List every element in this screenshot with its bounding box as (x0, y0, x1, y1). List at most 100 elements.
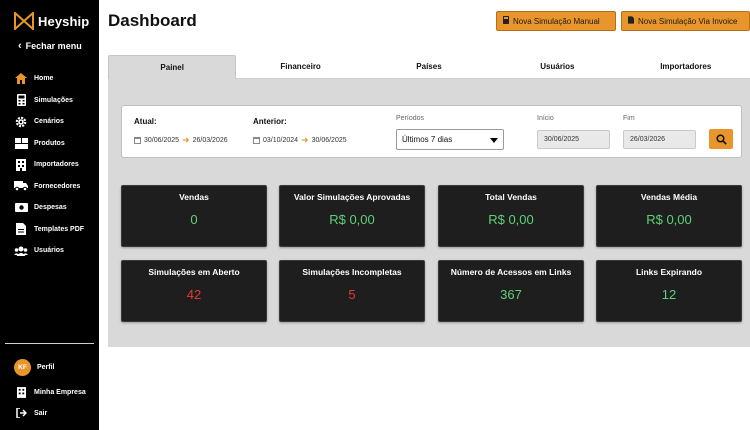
card-title: Vendas Média (640, 192, 698, 202)
card-simulacoes-incompletas: Simulações Incompletas 5 (279, 260, 425, 322)
card-value: 5 (348, 287, 356, 302)
app-root: Heyship ‹ Fechar menu Home Simulações Ce… (0, 0, 750, 430)
fim-label: Fim (623, 115, 635, 122)
fim-value: 26/03/2026 (630, 136, 666, 143)
sidebar-item-usuarios[interactable]: Usuários (14, 240, 84, 262)
collapse-menu-button[interactable]: ‹ Fechar menu (18, 40, 82, 52)
anterior-to: 30/06/2025 (311, 137, 347, 144)
card-value: 42 (186, 287, 202, 302)
atual-range: 30/06/2025 ➜ 26/03/2026 (134, 135, 228, 146)
card-value: 12 (661, 287, 677, 302)
sidebar-item-minha-empresa[interactable]: Minha Empresa (14, 385, 86, 399)
card-title: Total Vendas (485, 192, 537, 202)
sidebar-item-produtos[interactable]: Produtos (14, 133, 84, 155)
card-vendas-media: Vendas Média R$ 0,00 (596, 185, 742, 247)
sidebar-item-despesas[interactable]: Despesas (14, 197, 84, 219)
home-icon (14, 73, 28, 85)
tab-usuarios[interactable]: Usuários (493, 55, 622, 79)
anterior-from: 03/10/2024 (263, 137, 299, 144)
sidebar-item-cenarios[interactable]: Cenários (14, 111, 84, 133)
card-title: Simulações em Aberto (148, 267, 240, 277)
sidebar-item-label: Simulações (34, 96, 73, 104)
new-manual-simulation-button[interactable]: Nova Simulação Manual (496, 11, 616, 31)
card-title: Número de Acessos em Links (450, 267, 572, 277)
periodos-value: Últimos 7 dias (402, 135, 453, 144)
logo-text: Heyship (38, 13, 90, 29)
new-manual-simulation-label: Nova Simulação Manual (513, 16, 600, 26)
calculator-icon (14, 94, 28, 107)
card-vendas: Vendas 0 (121, 185, 267, 247)
sidebar-item-label: Despesas (34, 204, 67, 212)
new-invoice-simulation-button[interactable]: Nova Simulação Via Invoice (621, 11, 750, 31)
inicio-label: Início (537, 115, 554, 122)
calculator-icon (503, 16, 509, 26)
card-valor-simulacoes-aprovadas: Valor Simulações Aprovadas R$ 0,00 (279, 185, 425, 247)
card-title: Links Expirando (635, 267, 703, 277)
atual-label: Atual: (134, 117, 157, 126)
pdf-icon (14, 223, 28, 236)
caret-down-icon (490, 138, 498, 143)
card-value: R$ 0,00 (646, 212, 692, 227)
search-icon (715, 133, 727, 145)
sidebar-divider (5, 343, 94, 344)
truck-icon (14, 180, 28, 192)
card-numero-acessos-links: Número de Acessos em Links 367 (438, 260, 584, 322)
periodos-label: Períodos (396, 115, 425, 122)
sidebar-item-simulacoes[interactable]: Simulações (14, 90, 84, 112)
sidebar: Heyship ‹ Fechar menu Home Simulações Ce… (0, 0, 99, 430)
sidebar-item-templates-pdf[interactable]: Templates PDF (14, 219, 84, 241)
sidebar-item-label: Minha Empresa (34, 388, 86, 396)
logo[interactable]: Heyship (14, 11, 89, 31)
tab-bar: Painel Financeiro Países Usuários Import… (108, 55, 750, 79)
sidebar-item-label: Perfil (37, 363, 55, 371)
gear-icon (14, 116, 28, 128)
card-links-expirando: Links Expirando 12 (596, 260, 742, 322)
card-simulacoes-em-aberto: Simulações em Aberto 42 (121, 260, 267, 322)
fim-date-field[interactable]: 26/03/2026 (623, 130, 696, 149)
sidebar-item-perfil[interactable]: KF Perfil (14, 358, 86, 376)
building-icon (14, 386, 28, 398)
sidebar-item-sair[interactable]: Sair (14, 406, 86, 420)
sidebar-item-fornecedores[interactable]: Fornecedores (14, 176, 84, 198)
periodos-select[interactable]: Últimos 7 dias (396, 129, 504, 150)
new-invoice-simulation-label: Nova Simulação Via Invoice (638, 16, 738, 26)
arrow-right-icon: ➜ (301, 135, 309, 145)
card-value: R$ 0,00 (488, 212, 534, 227)
tab-paises[interactable]: Países (364, 55, 494, 79)
card-value: 0 (190, 212, 198, 227)
arrow-right-icon: ➜ (182, 135, 190, 145)
sidebar-item-label: Home (34, 75, 54, 83)
sidebar-item-label: Sair (34, 409, 48, 417)
card-value: R$ 0,00 (329, 212, 375, 227)
tab-importadores[interactable]: Importadores (621, 55, 750, 79)
users-icon (14, 245, 28, 257)
chevron-left-icon: ‹ (18, 40, 22, 52)
search-button[interactable] (709, 129, 733, 149)
anterior-range: 03/10/2024 ➜ 30/06/2025 (253, 135, 347, 146)
page-title: Dashboard (108, 11, 197, 30)
avatar: KF (14, 358, 31, 376)
sidebar-item-importadores[interactable]: Importadores (14, 154, 84, 176)
sidebar-item-label: Fornecedores (34, 182, 81, 190)
calendar-icon (134, 137, 141, 144)
tab-financeiro[interactable]: Financeiro (236, 55, 365, 79)
sidebar-item-label: Templates PDF (34, 225, 85, 233)
money-icon (14, 202, 28, 214)
atual-to: 26/03/2026 (192, 137, 228, 144)
anterior-label: Anterior: (253, 117, 287, 126)
calendar-icon (253, 137, 260, 144)
sidebar-item-home[interactable]: Home (14, 68, 84, 90)
heyship-logo-icon (14, 12, 34, 30)
sidebar-item-label: Cenários (34, 118, 64, 126)
sidebar-bottom-nav: KF Perfil Minha Empresa Sair (14, 358, 86, 420)
card-title: Vendas (179, 192, 209, 202)
tab-painel[interactable]: Painel (108, 55, 237, 79)
sidebar-item-label: Produtos (34, 139, 65, 147)
inicio-value: 30/06/2025 (544, 136, 580, 143)
boxes-icon (14, 137, 28, 149)
building-icon (14, 158, 28, 171)
sidebar-item-label: Usuários (34, 247, 64, 255)
sidebar-nav: Home Simulações Cenários Produtos Import… (14, 68, 84, 262)
inicio-date-field[interactable]: 30/06/2025 (537, 130, 610, 149)
card-title: Valor Simulações Aprovadas (293, 192, 411, 202)
